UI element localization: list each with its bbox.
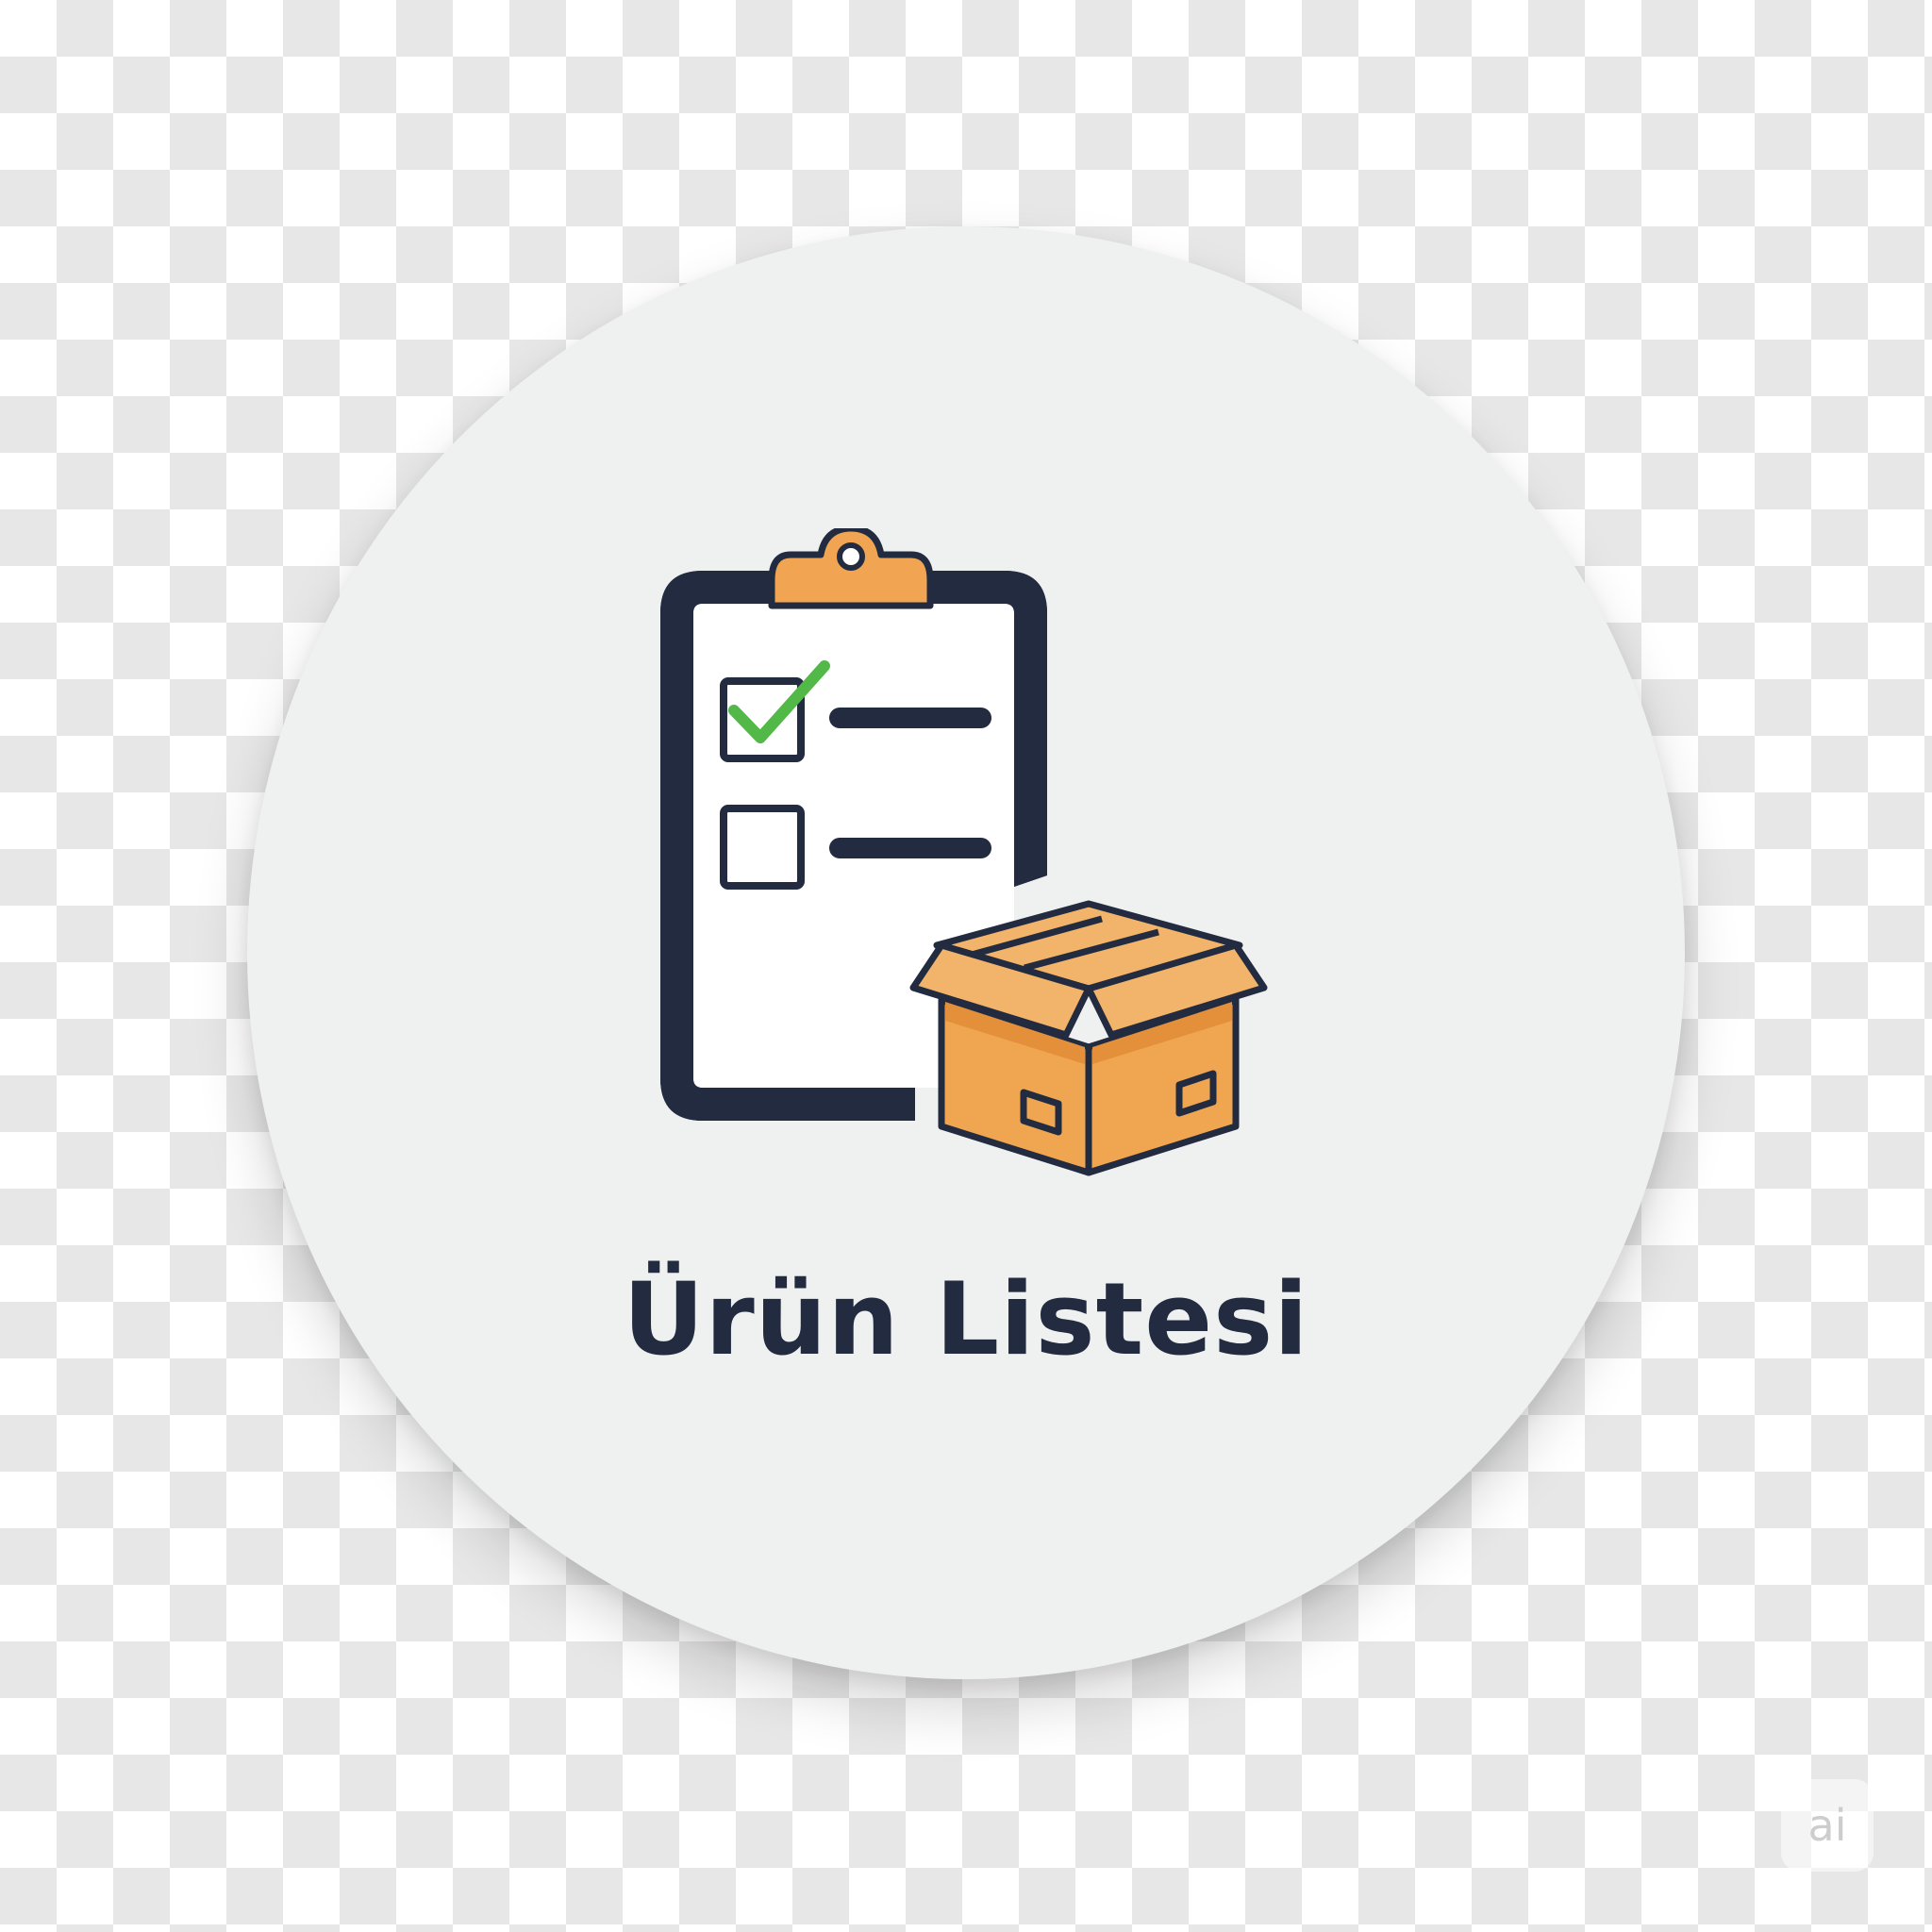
empty-checkbox-icon (720, 805, 805, 890)
ai-watermark: ai (1781, 1779, 1874, 1872)
clipboard-checklist-with-box-icon (651, 528, 1274, 1189)
clip-icon (768, 528, 934, 609)
badge-title: Ürün Listesi (623, 1261, 1309, 1377)
box-icon (909, 900, 1268, 1176)
